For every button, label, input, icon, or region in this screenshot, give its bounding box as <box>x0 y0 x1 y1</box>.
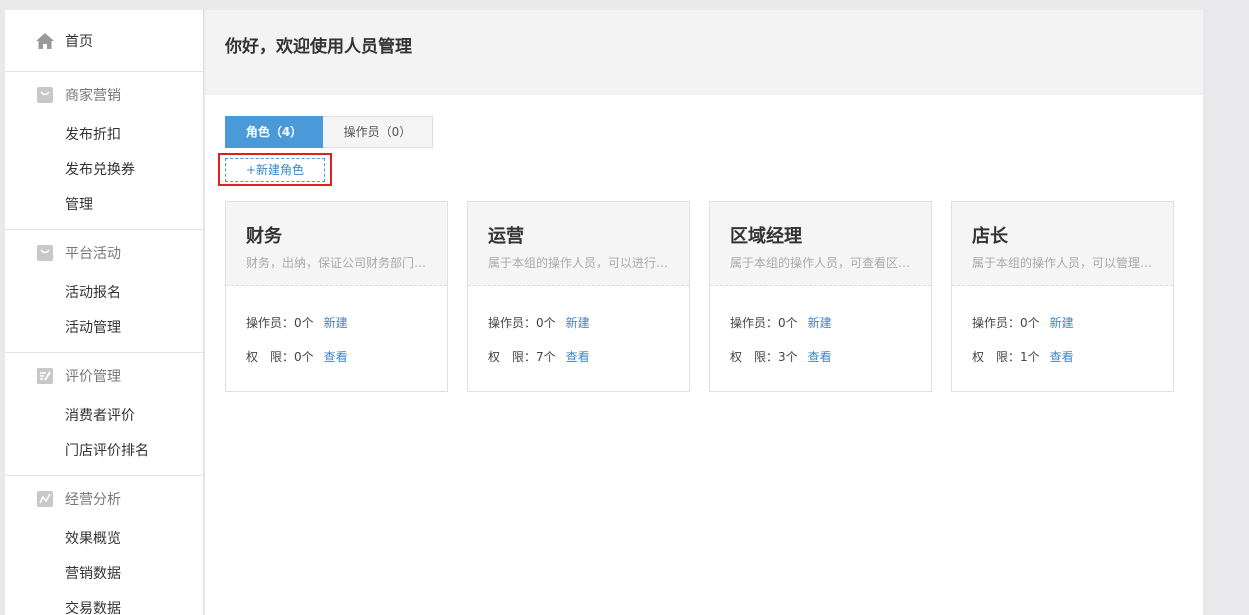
new-operator-link[interactable]: 新建 <box>324 314 348 348</box>
sidebar-item-manage[interactable]: 管理 <box>5 188 203 223</box>
operators-count: 0个 <box>294 316 314 330</box>
shopping-bag-icon <box>35 85 55 105</box>
permissions-count: 0个 <box>294 350 314 364</box>
role-card: 区域经理 属于本组的操作人员，可查看区域内数据 操作员： 0个 新建 权 限： … <box>709 201 932 392</box>
sidebar-group-marketing: 商家营销 发布折扣 发布兑换券 管理 <box>5 72 203 230</box>
role-card-body: 操作员： 0个 新建 权 限： 0个 查看 <box>226 286 447 382</box>
permissions-row: 权 限： 1个 查看 <box>972 348 1173 382</box>
operators-label: 操作员： <box>488 316 537 330</box>
role-card: 财务 财务，出纳，保证公司财务部门的正常运作 操作员： 0个 新建 权 限： 0… <box>225 201 448 392</box>
permissions-count: 1个 <box>1020 350 1040 364</box>
operators-row: 操作员： 0个 新建 <box>730 314 931 348</box>
view-permissions-link[interactable]: 查看 <box>324 348 348 382</box>
sidebar-group-platform: 平台活动 活动报名 活动管理 <box>5 230 203 353</box>
role-card-header: 店长 属于本组的操作人员，可以管理门店日常 <box>952 202 1173 286</box>
tab-roles[interactable]: 角色（4） <box>225 116 323 148</box>
role-name: 区域经理 <box>730 226 802 247</box>
role-description: 属于本组的操作人员，可查看区域内数据 <box>730 256 915 270</box>
view-permissions-link[interactable]: 查看 <box>1050 348 1074 382</box>
role-name: 店长 <box>972 226 1008 247</box>
permissions-label: 权 限： <box>972 350 1021 364</box>
chart-line-icon <box>35 489 55 509</box>
role-card: 店长 属于本组的操作人员，可以管理门店日常 操作员： 0个 新建 权 限： 1个… <box>951 201 1174 392</box>
sidebar-item-store-ranking[interactable]: 门店评价排名 <box>5 434 203 469</box>
role-card-body: 操作员： 0个 新建 权 限： 3个 查看 <box>710 286 931 382</box>
page-header: 你好，欢迎使用人员管理 <box>205 10 1203 95</box>
sidebar-group-home: 首页 <box>5 10 203 72</box>
page-title: 你好，欢迎使用人员管理 <box>225 37 412 57</box>
sidebar-category-platform: 平台活动 <box>5 230 203 276</box>
permissions-label: 权 限： <box>246 350 295 364</box>
role-card-header: 运营 属于本组的操作人员，可以进行营销活动的管理 <box>468 202 689 286</box>
role-description: 属于本组的操作人员，可以管理门店日常 <box>972 256 1157 270</box>
new-role-highlight: +新建角色 <box>218 153 332 186</box>
operators-count: 0个 <box>778 316 798 330</box>
operators-label: 操作员： <box>730 316 779 330</box>
permissions-count: 7个 <box>536 350 556 364</box>
sidebar-category-label: 经营分析 <box>65 492 121 508</box>
role-card-header: 财务 财务，出纳，保证公司财务部门的正常运作 <box>226 202 447 286</box>
main-content: 你好，欢迎使用人员管理 角色（4） 操作员（0） +新建角色 财务 财务，出纳，… <box>205 10 1203 615</box>
sidebar-item-transaction-data[interactable]: 交易数据 <box>5 592 203 615</box>
operators-count: 0个 <box>536 316 556 330</box>
new-role-button[interactable]: +新建角色 <box>225 157 325 182</box>
shopping-bag-icon <box>35 243 55 263</box>
sidebar-item-home[interactable]: 首页 <box>5 10 203 71</box>
operators-row: 操作员： 0个 新建 <box>488 314 689 348</box>
view-permissions-link[interactable]: 查看 <box>566 348 590 382</box>
view-permissions-link[interactable]: 查看 <box>808 348 832 382</box>
sidebar-category-marketing: 商家营销 <box>5 72 203 118</box>
role-card-header: 区域经理 属于本组的操作人员，可查看区域内数据 <box>710 202 931 286</box>
permissions-label: 权 限： <box>488 350 537 364</box>
role-card-body: 操作员： 0个 新建 权 限： 7个 查看 <box>468 286 689 382</box>
sidebar-category-reviews: 评价管理 <box>5 353 203 399</box>
role-card: 运营 属于本组的操作人员，可以进行营销活动的管理 操作员： 0个 新建 权 限：… <box>467 201 690 392</box>
sidebar-group-reviews: 评价管理 消费者评价 门店评价排名 <box>5 353 203 476</box>
sidebar-item-consumer-reviews[interactable]: 消费者评价 <box>5 399 203 434</box>
operators-label: 操作员： <box>972 316 1021 330</box>
new-operator-link[interactable]: 新建 <box>1050 314 1074 348</box>
sidebar-category-label: 评价管理 <box>65 369 121 385</box>
role-description: 财务，出纳，保证公司财务部门的正常运作 <box>246 256 431 270</box>
role-card-body: 操作员： 0个 新建 权 限： 1个 查看 <box>952 286 1173 382</box>
operators-count: 0个 <box>1020 316 1040 330</box>
sidebar-item-label: 首页 <box>65 33 93 50</box>
sidebar-category-analysis: 经营分析 <box>5 476 203 522</box>
operators-label: 操作员： <box>246 316 295 330</box>
new-operator-link[interactable]: 新建 <box>808 314 832 348</box>
sidebar-group-analysis: 经营分析 效果概览 营销数据 交易数据 <box>5 476 203 615</box>
permissions-label: 权 限： <box>730 350 779 364</box>
sidebar: 首页 商家营销 发布折扣 发布兑换券 管理 平台活动 活动报名 活动管理 评价管… <box>5 10 204 615</box>
sidebar-item-event-signup[interactable]: 活动报名 <box>5 276 203 311</box>
sidebar-item-publish-voucher[interactable]: 发布兑换券 <box>5 153 203 188</box>
permissions-row: 权 限： 7个 查看 <box>488 348 689 382</box>
home-icon <box>35 31 55 51</box>
sidebar-item-publish-discount[interactable]: 发布折扣 <box>5 118 203 153</box>
permissions-count: 3个 <box>778 350 798 364</box>
new-operator-link[interactable]: 新建 <box>566 314 590 348</box>
role-description: 属于本组的操作人员，可以进行营销活动的管理 <box>488 256 673 270</box>
sidebar-category-label: 商家营销 <box>65 88 121 104</box>
operators-row: 操作员： 0个 新建 <box>972 314 1173 348</box>
permissions-row: 权 限： 3个 查看 <box>730 348 931 382</box>
operators-row: 操作员： 0个 新建 <box>246 314 447 348</box>
sidebar-item-overview[interactable]: 效果概览 <box>5 522 203 557</box>
sidebar-item-marketing-data[interactable]: 营销数据 <box>5 557 203 592</box>
sidebar-item-event-manage[interactable]: 活动管理 <box>5 311 203 346</box>
permissions-row: 权 限： 0个 查看 <box>246 348 447 382</box>
role-name: 财务 <box>246 226 282 247</box>
role-card-list: 财务 财务，出纳，保证公司财务部门的正常运作 操作员： 0个 新建 权 限： 0… <box>225 201 1174 392</box>
tab-bar: 角色（4） 操作员（0） <box>225 116 433 148</box>
role-name: 运营 <box>488 226 524 247</box>
edit-review-icon <box>35 366 55 386</box>
tab-operators[interactable]: 操作员（0） <box>323 116 433 148</box>
sidebar-category-label: 平台活动 <box>65 246 121 262</box>
